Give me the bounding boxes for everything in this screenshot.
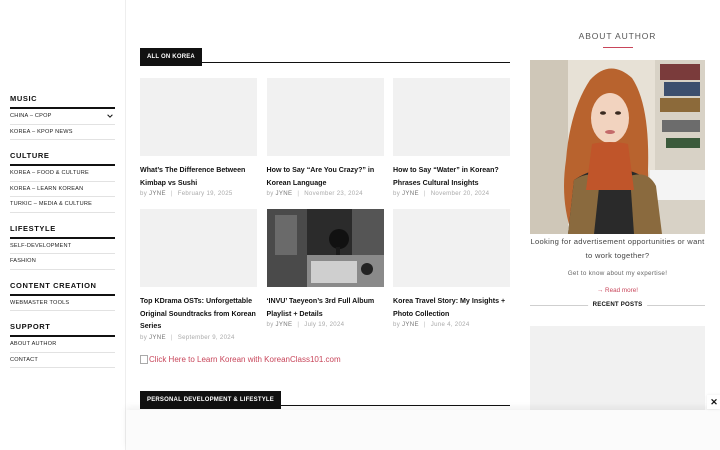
section-tag[interactable]: ALL ON KOREA [140,48,202,66]
post-date: November 20, 2024 [430,190,490,198]
menu-item-self-development[interactable]: SELF-DEVELOPMENT [10,239,115,254]
menu-item-label: ABOUT AUTHOR [10,341,57,347]
post-author[interactable]: JYNE [149,190,166,197]
category-menu: MUSIC CHINA – CPOP KOREA – KPOP NEWS CUL… [10,94,115,379]
post-card: ‘INVU’ Taeyeon’s 3rd Full Album Playlist… [266,209,384,329]
post-thumbnail[interactable] [266,78,384,156]
left-sidebar: MUSIC CHINA – CPOP KOREA – KPOP NEWS CUL… [0,0,126,450]
koreanclass101-banner-link[interactable]: Click Here to Learn Korean with KoreanCl… [140,355,341,364]
post-thumbnail[interactable] [140,209,257,287]
menu-section-title[interactable]: CULTURE [10,151,115,166]
by-label: by [140,190,148,198]
author-portrait-image [530,60,705,234]
post-date: November 23, 2024 [304,190,363,198]
menu-item-label: KOREA – LEARN KOREAN [10,185,84,192]
menu-item-label: FASHION [10,258,36,264]
title-underline [602,47,633,48]
post-title[interactable]: ‘INVU’ Taeyeon’s 3rd Full Album Playlist… [267,295,384,320]
post-title[interactable]: Top KDrama OSTs: Unforgettable Original … [140,295,257,333]
post-author[interactable]: JYNE [149,334,166,341]
menu-section-support: SUPPORT ABOUT AUTHOR CONTACT [10,322,115,368]
menu-item-label: TURKIC – MEDIA & CULTURE [10,201,93,207]
recent-post-thumbnail[interactable] [530,326,705,416]
post-thumbnail[interactable] [266,209,384,287]
post-author[interactable]: JYNE [276,321,293,328]
post-card: How to Say “Are You Crazy?” in Korean La… [266,78,384,198]
close-icon[interactable]: ✕ [707,395,720,409]
by-label: by [393,190,401,198]
recent-posts-title: RECENT POSTS [587,301,648,308]
chevron-down-icon[interactable] [106,112,114,120]
post-author[interactable]: JYNE [402,190,419,197]
menu-section-culture: CULTURE KOREA – FOOD & CULTURE KOREA – L… [10,151,115,213]
menu-item-label: WEBMASTER TOOLS [10,299,70,306]
menu-item-fashion[interactable]: FASHION [10,254,115,270]
post-thumbnail[interactable] [140,78,257,156]
menu-item-korea-learn-korean[interactable]: KOREA – LEARN KOREAN [10,182,115,197]
post-date: July 19, 2024 [304,321,345,329]
post-card: Top KDrama OSTs: Unforgettable Original … [140,209,257,341]
menu-section-content-creation: CONTENT CREATION WEBMASTER TOOLS [10,281,115,311]
about-author-subtext: Get to know about my expertise! [567,270,668,277]
menu-item-label: CHINA – CPOP [10,113,52,119]
menu-section-title[interactable]: SUPPORT [10,322,115,337]
broken-image-icon [140,355,148,364]
menu-section-title[interactable]: LIFESTYLE [10,224,115,239]
post-title[interactable]: What’s The Difference Between Kimbap vs … [140,164,257,189]
recent-posts-header: RECENT POSTS [530,300,705,312]
menu-item-korea-food-culture[interactable]: KOREA – FOOD & CULTURE [10,166,115,182]
by-label: by [266,190,274,198]
post-date: June 4, 2024 [430,321,470,329]
menu-item-contact[interactable]: CONTACT [10,353,115,368]
post-meta: by JYNE | July 19, 2024 [266,321,345,329]
post-card: How to Say “Water” in Korean? Phrases Cu… [393,78,510,197]
menu-item-label: SELF-DEVELOPMENT [10,242,72,249]
post-title[interactable]: How to Say “Water” in Korean? Phrases Cu… [393,164,510,189]
post-meta: by JYNE | November 20, 2024 [393,190,490,198]
post-title[interactable]: Korea Travel Story: My Insights + Photo … [393,295,510,320]
post-thumbnail[interactable] [393,78,510,156]
menu-section-title[interactable]: CONTENT CREATION [10,281,115,296]
post-author[interactable]: JYNE [276,190,293,197]
about-author-title: ABOUT AUTHOR [578,31,657,41]
post-date: February 19, 2025 [177,190,233,198]
section-header-personal-development: PERSONAL DEVELOPMENT & LIFESTYLE [140,388,510,409]
menu-item-china-cpop[interactable]: CHINA – CPOP [10,109,115,125]
menu-item-turkic-media-culture[interactable]: TURKIC – MEDIA & CULTURE [10,197,115,213]
by-label: by [393,321,401,329]
post-thumbnail[interactable] [393,209,510,287]
menu-item-webmaster-tools[interactable]: WEBMASTER TOOLS [10,296,115,311]
by-label: by [140,333,148,341]
studio-photo-image [266,209,384,287]
by-label: by [266,321,274,329]
post-author[interactable]: JYNE [402,321,419,328]
menu-item-label: KOREA – KPOP NEWS [10,128,73,135]
post-card: Korea Travel Story: My Insights + Photo … [393,209,510,328]
post-meta: by JYNE | November 23, 2024 [266,190,363,198]
banner-alt-text: Click Here to Learn Korean with KoreanCl… [149,355,341,364]
post-meta: by JYNE | June 4, 2024 [393,321,470,329]
post-title[interactable]: How to Say “Are You Crazy?” in Korean La… [267,164,384,189]
bottom-ad-overlay[interactable] [126,410,720,450]
menu-item-label: CONTACT [10,356,39,363]
menu-item-korea-kpop-news[interactable]: KOREA – KPOP NEWS [10,125,115,140]
post-card: What’s The Difference Between Kimbap vs … [140,78,257,197]
right-sidebar: ABOUT AUTHOR Looking for advertisement o… [530,0,705,416]
post-meta: by JYNE | February 19, 2025 [140,190,233,198]
section-header-all-on-korea: ALL ON KOREA [140,45,510,66]
menu-item-about-author[interactable]: ABOUT AUTHOR [10,337,115,353]
author-photo[interactable] [530,60,705,234]
read-more-link[interactable]: → Read more! [530,287,705,294]
section-tag[interactable]: PERSONAL DEVELOPMENT & LIFESTYLE [140,391,281,409]
menu-section-music: MUSIC CHINA – CPOP KOREA – KPOP NEWS [10,94,115,140]
menu-section-title[interactable]: MUSIC [10,94,115,109]
post-date: September 9, 2024 [177,333,235,341]
about-author-text: Looking for advertisement opportunities … [530,237,705,260]
post-meta: by JYNE | September 9, 2024 [140,333,235,341]
menu-item-label: KOREA – FOOD & CULTURE [10,170,89,176]
menu-section-lifestyle: LIFESTYLE SELF-DEVELOPMENT FASHION [10,224,115,270]
